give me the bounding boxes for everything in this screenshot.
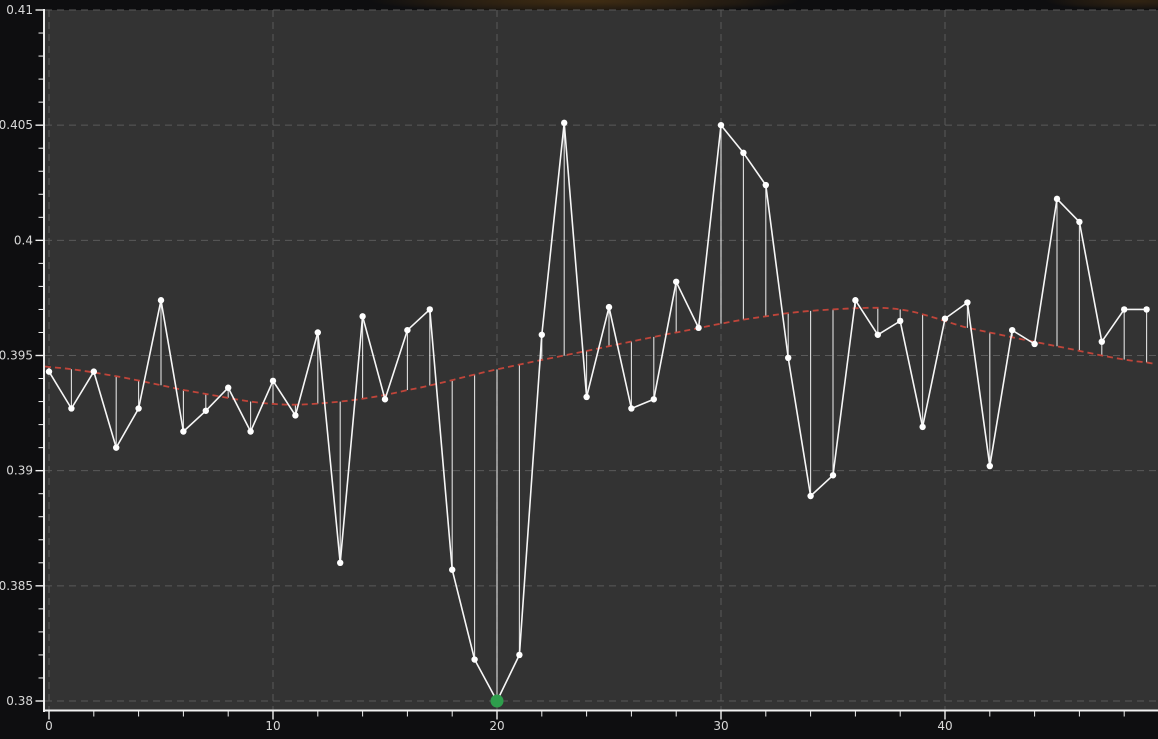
data-point-marker[interactable]	[113, 444, 119, 450]
data-point-marker[interactable]	[606, 304, 612, 310]
data-point-marker[interactable]	[180, 428, 186, 434]
data-point-marker[interactable]	[1031, 341, 1037, 347]
data-point-marker[interactable]	[382, 396, 388, 402]
data-point-marker[interactable]	[785, 355, 791, 361]
data-point-marker[interactable]	[942, 315, 948, 321]
data-point-marker[interactable]	[673, 279, 679, 285]
highlight-point[interactable]	[491, 695, 504, 708]
data-point-marker[interactable]	[247, 428, 253, 434]
plot-area[interactable]	[45, 10, 1158, 711]
data-point-marker[interactable]	[203, 408, 209, 414]
x-axis-tick-label: 20	[489, 719, 504, 733]
data-point-marker[interactable]	[830, 472, 836, 478]
chart-canvas[interactable]: 0.38 0.385 0.39 0.395 0.4 0.405 0.41 0 10 20 30 40	[0, 0, 1158, 739]
data-point-marker[interactable]	[718, 122, 724, 128]
data-point-marker[interactable]	[1009, 327, 1015, 333]
data-point-marker[interactable]	[471, 656, 477, 662]
data-point-marker[interactable]	[964, 299, 970, 305]
data-point-marker[interactable]	[46, 368, 52, 374]
x-axis-tick-label: 0	[45, 719, 53, 733]
data-point-marker[interactable]	[337, 560, 343, 566]
data-point-marker[interactable]	[763, 182, 769, 188]
data-point-marker[interactable]	[539, 332, 545, 338]
data-point-marker[interactable]	[897, 318, 903, 324]
data-point-marker[interactable]	[135, 405, 141, 411]
y-axis-tick-label: 0.39	[6, 464, 33, 478]
data-point-marker[interactable]	[315, 329, 321, 335]
y-axis-tick-label: 0.385	[0, 579, 33, 593]
y-axis-tick-label: 0.41	[6, 3, 33, 17]
y-axis-tick-label: 0.4	[14, 233, 33, 247]
data-point-marker[interactable]	[91, 368, 97, 374]
y-axis-tick-label: 0.395	[0, 349, 33, 363]
data-point-marker[interactable]	[404, 327, 410, 333]
data-point-marker[interactable]	[1076, 219, 1082, 225]
data-point-marker[interactable]	[628, 405, 634, 411]
data-point-marker[interactable]	[807, 493, 813, 499]
x-axis-tick-label: 30	[713, 719, 728, 733]
data-point-marker[interactable]	[695, 325, 701, 331]
data-point-marker[interactable]	[516, 652, 522, 658]
data-point-marker[interactable]	[875, 332, 881, 338]
data-point-marker[interactable]	[1099, 338, 1105, 344]
data-point-marker[interactable]	[225, 385, 231, 391]
data-point-marker[interactable]	[270, 378, 276, 384]
data-point-marker[interactable]	[852, 297, 858, 303]
data-point-marker[interactable]	[651, 396, 657, 402]
data-point-marker[interactable]	[561, 120, 567, 126]
data-point-marker[interactable]	[359, 313, 365, 319]
chart-window: 0.38 0.385 0.39 0.395 0.4 0.405 0.41 0 10 20 30 40	[0, 0, 1158, 739]
y-axis-tick-label: 0.405	[0, 118, 33, 132]
data-point-marker[interactable]	[1121, 306, 1127, 312]
data-point-marker[interactable]	[68, 405, 74, 411]
data-point-marker[interactable]	[987, 463, 993, 469]
data-point-marker[interactable]	[292, 412, 298, 418]
data-point-marker[interactable]	[740, 150, 746, 156]
data-point-marker[interactable]	[1054, 196, 1060, 202]
data-point-marker[interactable]	[1143, 306, 1149, 312]
x-axis-tick-label: 10	[265, 719, 280, 733]
data-point-marker[interactable]	[583, 394, 589, 400]
x-axis-tick-label: 40	[937, 719, 952, 733]
data-point-marker[interactable]	[919, 424, 925, 430]
data-point-marker[interactable]	[427, 306, 433, 312]
y-axis-tick-label: 0.38	[6, 694, 33, 708]
data-point-marker[interactable]	[449, 567, 455, 573]
data-point-marker[interactable]	[158, 297, 164, 303]
